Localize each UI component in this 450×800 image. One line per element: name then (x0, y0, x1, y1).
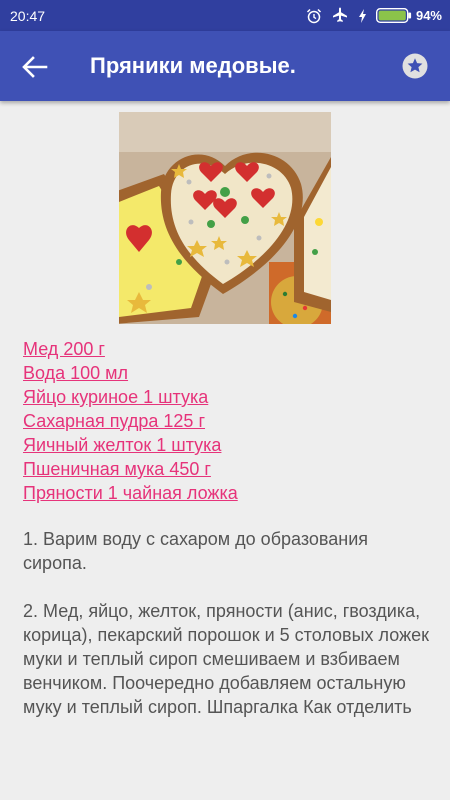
arrow-back-icon (22, 56, 48, 78)
recipe-steps: 1. Варим воду с сахаром до образования с… (23, 527, 433, 738)
battery-indicator: 94% (375, 8, 442, 23)
back-button[interactable] (20, 52, 50, 82)
battery-icon (375, 8, 412, 23)
recipe-image (119, 112, 331, 324)
recipe-step: 2. Мед, яйцо, желток, пряности (анис, гв… (23, 601, 429, 717)
battery-percent: 94% (415, 8, 442, 23)
status-bar: 20:47 94% (0, 0, 450, 31)
ingredient-link[interactable]: Сахарная пудра 125 г (23, 409, 433, 433)
ingredient-link[interactable]: Пряности 1 чайная ложка (23, 481, 433, 505)
ingredients-list: Мед 200 г Вода 100 мл Яйцо куриное 1 шту… (23, 337, 433, 505)
status-icons: 94% (306, 7, 442, 25)
charging-bolt-icon (358, 8, 366, 23)
ingredient-link[interactable]: Яичный желток 1 штука (23, 433, 433, 457)
ingredient-link[interactable]: Мед 200 г (23, 337, 433, 361)
ingredient-link[interactable]: Пшеничная мука 450 г (23, 457, 433, 481)
ingredient-link[interactable]: Яйцо куриное 1 штука (23, 385, 433, 409)
favorite-button[interactable] (401, 52, 429, 80)
gingerbread-cookies-photo (119, 112, 331, 324)
status-time: 20:47 (10, 7, 46, 24)
app-bar: Пряники медовые. (0, 31, 450, 101)
bottom-area (0, 738, 450, 800)
recipe-content[interactable]: Мед 200 г Вода 100 мл Яйцо куриное 1 шту… (0, 101, 450, 738)
airplane-mode-icon (332, 7, 347, 22)
ingredient-link[interactable]: Вода 100 мл (23, 361, 433, 385)
page-title: Пряники медовые. (90, 53, 296, 78)
star-icon (402, 53, 428, 79)
alarm-icon (306, 8, 321, 23)
recipe-step: 1. Варим воду с сахаром до образования с… (23, 529, 368, 573)
